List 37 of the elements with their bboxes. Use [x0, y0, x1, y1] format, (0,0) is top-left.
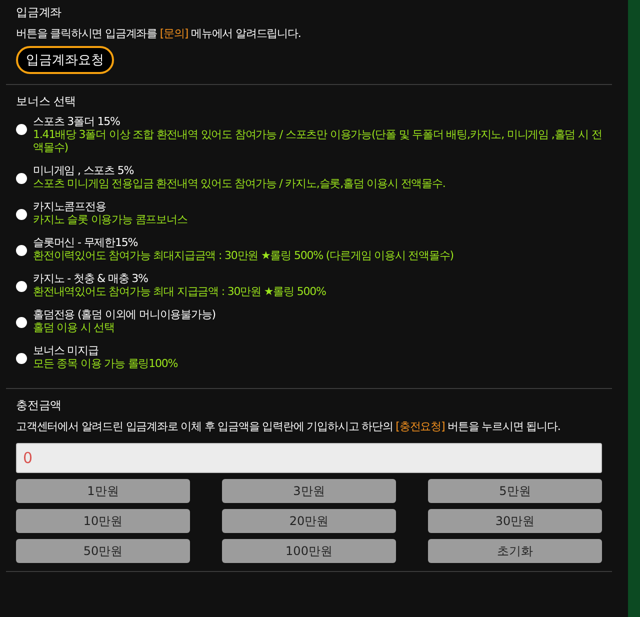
amount-button[interactable]: 30만원 [428, 509, 602, 533]
account-request-button[interactable]: 입금계좌요청 [16, 46, 114, 74]
option-title: 카지노 - 첫충 & 매충 3% [33, 272, 149, 285]
option-detail: 환전내역있어도 참여가능 최대 지급금액 : 30만원 ★롤링 500% [33, 285, 326, 298]
radio-button[interactable] [16, 245, 27, 256]
option-detail: 모든 종목 이용 가능 롤링100% [33, 357, 178, 370]
radio-button[interactable] [16, 209, 27, 220]
option-detail: 카지노 슬롯 이용가능 콤프보너스 [33, 213, 188, 226]
radio-button[interactable] [16, 317, 27, 328]
amount-button[interactable]: 1만원 [16, 479, 190, 503]
option-title: 슬롯머신 - 무제한15% [33, 236, 139, 249]
option-title: 스포츠 3폴더 15% [33, 115, 121, 128]
amount-button[interactable]: 20만원 [222, 509, 396, 533]
radio-button[interactable] [16, 281, 27, 292]
option-detail: 환전이력있어도 참여가능 최대지급금액 : 30만원 ★롤링 500% (다른게임 이용시 전액몰수) [33, 249, 454, 262]
instruction-text: 버튼을 클릭하시면 입금계좌를 [문의] 메뉴에서 알려드립니다. [16, 26, 302, 42]
option-detail: 스포츠 미니게임 전용입금 환전내역 있어도 참여가능 / 카지노,슬롯,홀덤 이용시 전액몰수. [33, 177, 446, 190]
amount-button[interactable]: 50만원 [16, 539, 190, 563]
option-title: 카지노콤프전용 [33, 200, 107, 213]
amount-button[interactable]: 3만원 [222, 479, 396, 503]
section-heading: 입금계좌 [16, 4, 63, 20]
option-title: 미니게임 , 스포츠 5% [33, 164, 135, 177]
amount-button[interactable]: 초기화 [428, 539, 602, 563]
radio-button[interactable] [16, 353, 27, 364]
option-title: 보너스 미지급 [33, 344, 100, 357]
section-heading: 보너스 선택 [16, 93, 78, 109]
option-title: 홀덤전용 (홀덤 이외에 머니이용불가능) [33, 308, 216, 321]
option-detail: 1.41배당 3폴더 이상 조합 환전내역 있어도 참여가능 / 스포츠만 이용가능(단폴 및 두폴더 배팅,카지노, 미니게임 ,홀덤 시 전액몰수) [33, 128, 602, 154]
amount-button[interactable]: 5만원 [428, 479, 602, 503]
radio-button[interactable] [16, 173, 27, 184]
instruction-text: 고객센터에서 알려드린 입금계좌로 이체 후 입금액을 입력란에 기입하시고 하단의 [충전요청] 버튼을 누르시면 됩니다. [16, 419, 562, 435]
radio-button[interactable] [16, 124, 27, 135]
section-heading: 충전금액 [16, 397, 63, 413]
amount-button[interactable]: 10만원 [16, 509, 190, 533]
option-detail: 홀덤 이용 시 선택 [33, 321, 116, 334]
amount-input-field[interactable]: 0 [16, 443, 602, 473]
amount-button[interactable]: 100만원 [222, 539, 396, 563]
